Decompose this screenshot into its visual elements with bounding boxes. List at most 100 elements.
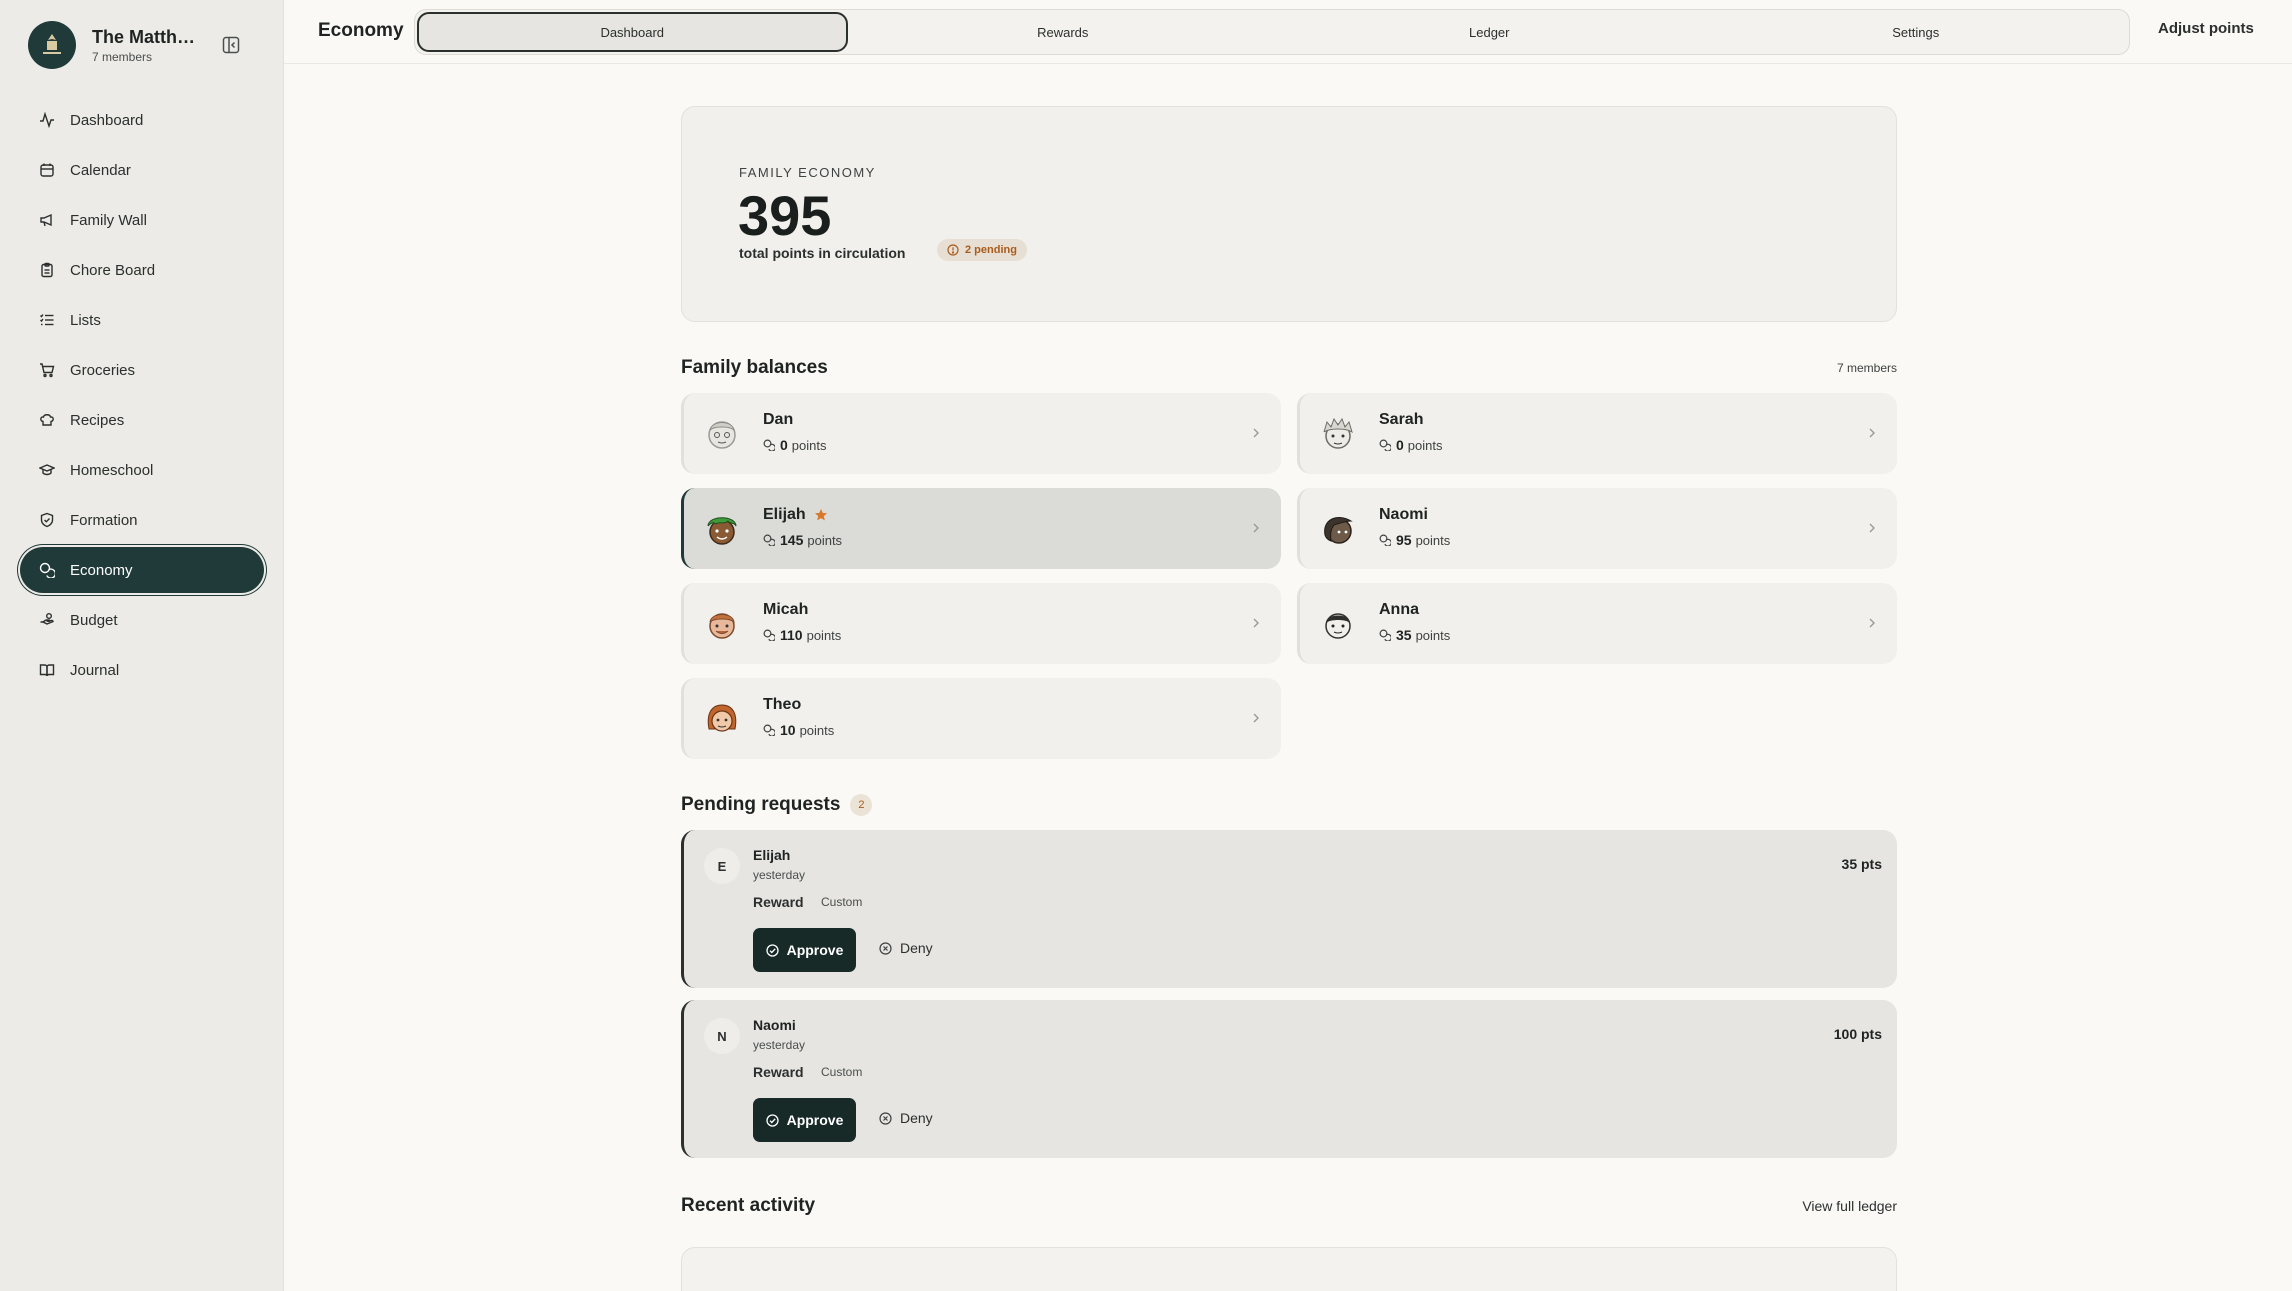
sidebar-item-label: Budget xyxy=(70,611,118,629)
cart-icon xyxy=(38,361,56,379)
sidebar-item-dashboard[interactable]: Dashboard xyxy=(20,97,264,143)
calendar-icon xyxy=(38,161,56,179)
member-card-micah[interactable]: Micah 110 points xyxy=(681,583,1281,664)
balances-member-count: 7 members xyxy=(1836,361,1897,375)
request-time: yesterday xyxy=(753,868,806,882)
megaphone-icon xyxy=(38,211,56,229)
request-type: Reward xyxy=(753,894,804,910)
requester-name: Naomi xyxy=(753,1017,796,1033)
chevron-right-icon xyxy=(1253,618,1259,628)
pending-header: Pending requests 2 xyxy=(681,794,1897,816)
request-points: 100 pts xyxy=(1833,1026,1882,1042)
sidebar-item-calendar[interactable]: Calendar xyxy=(20,147,264,193)
member-points: 145 points xyxy=(763,532,842,548)
activity-icon xyxy=(38,111,56,129)
pending-badge-label: 2 pending xyxy=(965,244,1017,256)
avatar xyxy=(1325,613,1351,639)
sidebar-item-family-wall[interactable]: Family Wall xyxy=(20,197,264,243)
recent-activity-card xyxy=(681,1247,1897,1291)
requester-avatar: N xyxy=(704,1018,740,1054)
tab-ledger[interactable]: Ledger xyxy=(1276,10,1703,54)
requester-avatar: E xyxy=(704,848,740,884)
coins-icon xyxy=(763,629,775,641)
sidebar-item-label: Homeschool xyxy=(70,461,154,479)
request-points: 35 pts xyxy=(1841,856,1882,872)
total-points-value: 395 xyxy=(738,184,832,247)
sidebar-nav: Dashboard Calendar Family Wall Chore Boa… xyxy=(20,97,264,697)
chevron-right-icon xyxy=(1869,523,1875,533)
economy-label: FAMILY ECONOMY xyxy=(739,165,876,180)
sidebar-item-label: Journal xyxy=(70,661,120,679)
sidebar-item-label: Recipes xyxy=(70,411,125,429)
sidebar: The Matthe… 7 members Dashboard Calendar… xyxy=(0,0,284,1291)
member-name: Naomi xyxy=(1379,506,1428,523)
deny-button[interactable]: Deny xyxy=(879,1110,933,1126)
avatar xyxy=(709,613,735,639)
view-full-ledger-link[interactable]: View full ledger xyxy=(1802,1198,1897,1214)
avatar xyxy=(707,704,737,732)
book-icon xyxy=(38,661,56,679)
sidebar-item-economy[interactable]: Economy xyxy=(20,547,264,593)
sidebar-item-chore-board[interactable]: Chore Board xyxy=(20,247,264,293)
pending-count-badge: 2 xyxy=(850,794,873,816)
pending-title: Pending requests 2 xyxy=(681,794,873,816)
sidebar-item-lists[interactable]: Lists xyxy=(20,297,264,343)
sidebar-item-journal[interactable]: Journal xyxy=(20,647,264,693)
approve-button[interactable]: Approve xyxy=(753,1098,856,1142)
sidebar-item-label: Dashboard xyxy=(70,111,144,129)
sidebar-item-formation[interactable]: Formation xyxy=(20,497,264,543)
member-card-naomi[interactable]: Naomi 95 points xyxy=(1297,488,1897,569)
recent-activity-header: Recent activity View full ledger xyxy=(681,1195,1897,1217)
family-economy-card: FAMILY ECONOMY 395 total points in circu… xyxy=(681,106,1897,322)
member-name: Sarah xyxy=(1379,411,1424,428)
deny-button[interactable]: Deny xyxy=(879,940,933,956)
alert-circle-icon xyxy=(947,244,959,256)
avatar xyxy=(708,421,736,449)
tab-settings[interactable]: Settings xyxy=(1703,10,2130,54)
balances-header: Family balances 7 members xyxy=(681,357,1897,379)
shield-icon xyxy=(38,511,56,529)
member-card-sarah[interactable]: Sarah 0 points xyxy=(1297,393,1897,474)
member-points: 0 points xyxy=(763,437,827,453)
request-tag: Custom xyxy=(821,895,863,909)
requester-name: Elijah xyxy=(753,847,791,863)
family-member-count: 7 members xyxy=(92,49,153,64)
sidebar-item-label: Lists xyxy=(70,311,101,329)
check-circle-icon xyxy=(765,1113,779,1127)
tab-rewards[interactable]: Rewards xyxy=(850,10,1277,54)
member-card-anna[interactable]: Anna 35 points xyxy=(1297,583,1897,664)
request-time: yesterday xyxy=(753,1038,806,1052)
sidebar-item-budget[interactable]: Budget xyxy=(20,597,264,643)
economy-tabs: Dashboard Rewards Ledger Settings xyxy=(414,9,2130,55)
main-content: FAMILY ECONOMY 395 total points in circu… xyxy=(681,106,1897,1217)
approve-button[interactable]: Approve xyxy=(753,928,856,972)
member-points: 10 points xyxy=(763,722,834,738)
adjust-points-button[interactable]: Adjust points xyxy=(2158,20,2254,37)
tab-dashboard[interactable]: Dashboard xyxy=(417,12,848,52)
sidebar-collapse-icon[interactable] xyxy=(220,34,242,56)
member-name: Anna xyxy=(1379,601,1419,618)
total-points-caption: total points in circulation xyxy=(739,245,906,261)
member-points: 35 points xyxy=(1379,627,1450,643)
sidebar-item-recipes[interactable]: Recipes xyxy=(20,397,264,443)
member-name: Dan xyxy=(763,411,794,428)
balances-title: Family balances xyxy=(681,357,828,378)
chevron-right-icon xyxy=(1869,428,1875,438)
pending-request: E Elijah yesterday 35 pts Reward Custom … xyxy=(681,830,1897,988)
coins-icon xyxy=(1379,439,1391,451)
member-card-dan[interactable]: Dan 0 points xyxy=(681,393,1281,474)
sidebar-item-groceries[interactable]: Groceries xyxy=(20,347,264,393)
pending-badge[interactable]: 2 pending xyxy=(937,239,1027,261)
coins-icon xyxy=(763,439,775,451)
member-card-theo[interactable]: Theo 10 points xyxy=(681,678,1281,759)
coins-icon xyxy=(1379,534,1391,546)
avatar xyxy=(1323,417,1353,449)
member-card-elijah[interactable]: Elijah 145 points xyxy=(681,488,1281,569)
chevron-right-icon xyxy=(1253,523,1259,533)
member-points: 110 points xyxy=(763,627,841,643)
graduation-cap-icon xyxy=(38,461,56,479)
avatar xyxy=(707,517,737,545)
sidebar-item-label: Formation xyxy=(70,511,138,529)
check-circle-icon xyxy=(765,943,779,957)
sidebar-item-homeschool[interactable]: Homeschool xyxy=(20,447,264,493)
